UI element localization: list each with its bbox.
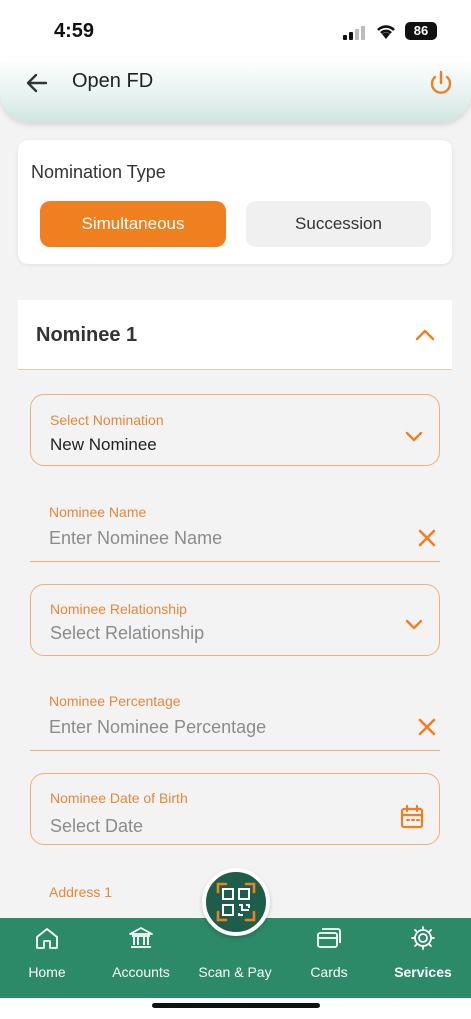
nav-cards[interactable]: Cards: [282, 918, 376, 998]
page-title: Open FD: [72, 70, 154, 92]
nav-scan-pay-label: Scan & Pay: [198, 964, 272, 980]
select-nomination-dropdown[interactable]: Select Nomination New Nominee: [30, 394, 440, 466]
status-time: 4:59: [54, 20, 95, 42]
chevron-up-icon[interactable]: [414, 324, 436, 346]
wifi-icon: [377, 25, 395, 39]
back-arrow-icon[interactable]: [22, 68, 52, 98]
nominee-section-header[interactable]: Nominee 1: [18, 300, 452, 370]
cards-icon: [317, 928, 341, 948]
nominee-name-label: Nominee Name: [49, 504, 147, 520]
status-bar: 4:59 86: [0, 0, 471, 58]
nominee-percentage-label: Nominee Percentage: [49, 693, 181, 709]
address1-label: Address 1: [49, 884, 113, 900]
succession-option[interactable]: Succession: [246, 201, 431, 247]
qr-icon: [216, 882, 256, 922]
nav-accounts-label: Accounts: [112, 964, 170, 980]
nav-services-label: Services: [394, 964, 452, 980]
clear-icon[interactable]: [416, 527, 438, 549]
battery-icon: 86: [405, 22, 437, 40]
nominee-name-input[interactable]: Enter Nominee Name: [49, 528, 222, 549]
home-indicator: [152, 1003, 320, 1008]
scan-pay-button[interactable]: [202, 868, 270, 936]
relationship-label: Nominee Relationship: [50, 601, 187, 617]
nav-home[interactable]: Home: [0, 918, 94, 998]
home-icon: [36, 928, 58, 949]
bank-icon: [129, 927, 153, 948]
nav-home-label: Home: [28, 964, 66, 980]
select-nomination-value: New Nominee: [50, 435, 157, 454]
dob-label: Nominee Date of Birth: [50, 790, 188, 806]
nominee-percentage-input[interactable]: Enter Nominee Percentage: [49, 717, 266, 738]
gear-icon: [411, 926, 435, 950]
simultaneous-option[interactable]: Simultaneous: [40, 201, 226, 247]
chevron-down-icon: [405, 619, 423, 630]
nomination-type-card: Nomination Type Simultaneous Succession: [18, 140, 452, 264]
app-header: Open FD: [0, 58, 471, 122]
nominee-percentage-field[interactable]: Nominee Percentage Enter Nominee Percent…: [30, 681, 440, 751]
nomination-type-label: Nomination Type: [31, 162, 166, 182]
nominee-name-field[interactable]: Nominee Name Enter Nominee Name: [30, 492, 440, 562]
relationship-value: Select Relationship: [50, 623, 205, 643]
clear-icon[interactable]: [416, 716, 438, 738]
nominee-section: Nominee 1 Select Nomination New Nominee …: [18, 300, 452, 918]
power-icon[interactable]: [426, 68, 456, 98]
nav-services[interactable]: Services: [376, 918, 470, 998]
signal-icon: [343, 26, 365, 40]
select-nomination-label: Select Nomination: [50, 412, 164, 428]
nominee-title: Nominee 1: [36, 324, 138, 346]
dob-value: Select Date: [50, 816, 144, 836]
dob-field[interactable]: Nominee Date of Birth Select Date: [30, 773, 440, 845]
calendar-icon[interactable]: [399, 804, 425, 830]
nav-cards-label: Cards: [310, 964, 348, 980]
chevron-down-icon: [405, 431, 423, 442]
nav-accounts[interactable]: Accounts: [94, 918, 188, 998]
relationship-dropdown[interactable]: Nominee Relationship Select Relationship: [30, 584, 440, 656]
